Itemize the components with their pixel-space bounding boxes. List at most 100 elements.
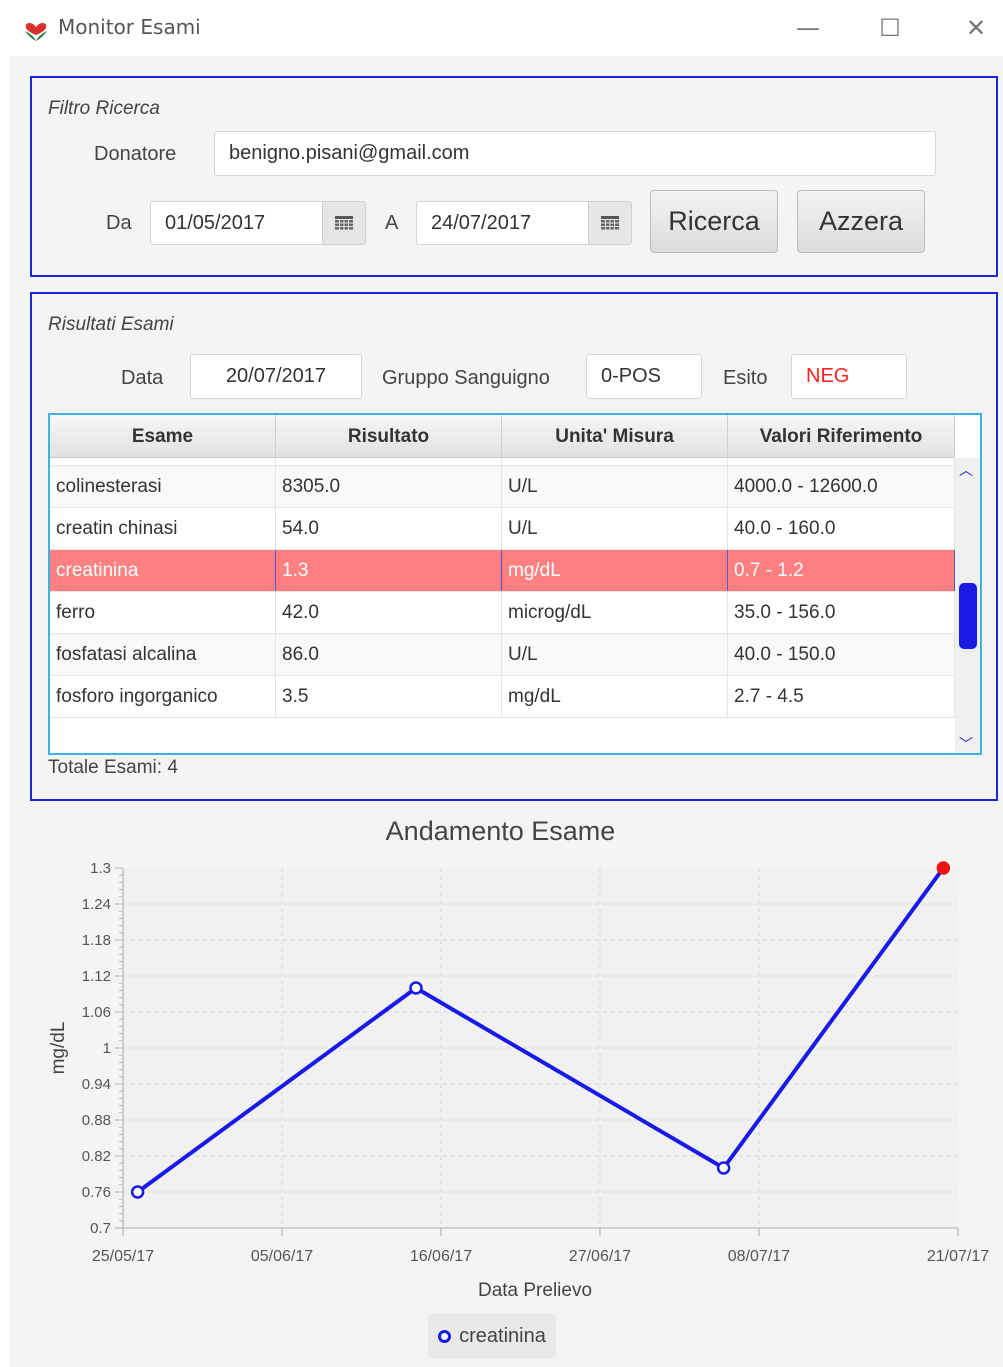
- y-axis-label: mg/dL: [48, 1022, 69, 1075]
- blood-group-label: Gruppo Sanguigno: [382, 367, 550, 389]
- table-cell-risultato: 1.3: [276, 550, 502, 591]
- table-cell-riferimento: 40.0 - 160.0: [728, 508, 955, 549]
- donor-label: Donatore: [94, 143, 177, 165]
- date-field: 20/07/2017: [190, 354, 362, 399]
- title-bar: Monitor Esami — ☐ ✕: [0, 0, 1003, 56]
- x-axis-label: Data Prelievo: [478, 1280, 592, 1301]
- table-scrollbar[interactable]: ︿ ﹀: [955, 458, 980, 753]
- x-tick-label: 16/06/17: [410, 1248, 472, 1265]
- search-button[interactable]: Ricerca: [650, 190, 778, 253]
- chart-legend: creatinina: [428, 1314, 556, 1358]
- data-point: [936, 861, 951, 875]
- column-header[interactable]: Esame: [50, 415, 276, 458]
- from-calendar-button[interactable]: [322, 201, 366, 245]
- results-panel: Risultati Esami Data 20/07/2017 Gruppo S…: [30, 292, 998, 801]
- chart-svg: Andamento Esame 1.3 1.24 1.18 1.12 1.06 1 0.94 0…: [48, 816, 989, 1301]
- main-content: Filtro Ricerca Donatore benigno.pisani@g…: [10, 56, 1003, 1367]
- y-tick-label: 1.24: [82, 896, 111, 913]
- date-label: Data: [121, 367, 164, 389]
- donor-input[interactable]: benigno.pisani@gmail.com: [214, 131, 936, 176]
- y-tick-label: 0.88: [82, 1112, 111, 1129]
- column-header[interactable]: Unita' Misura: [502, 415, 728, 458]
- exam-trend-chart: Andamento Esame 1.3 1.24 1.18 1.12 1.06 1 0.94 0…: [10, 796, 1003, 1367]
- table-cell-riferimento: 2.7 - 4.5: [728, 676, 955, 717]
- y-tick-label: 1.18: [82, 932, 111, 949]
- reset-button[interactable]: Azzera: [797, 190, 925, 253]
- close-button[interactable]: ✕: [958, 10, 994, 46]
- outcome-field: NEG: [791, 354, 907, 399]
- outcome-label: Esito: [723, 367, 768, 389]
- legend-label: creatinina: [459, 1324, 546, 1347]
- scroll-down-icon[interactable]: ﹀: [959, 734, 973, 753]
- calendar-icon: [335, 216, 353, 230]
- table-row[interactable]: ferro 42.0 microg/dL 35.0 - 156.0: [50, 592, 955, 634]
- data-point: [130, 1185, 145, 1199]
- from-date-input[interactable]: 01/05/2017: [150, 201, 324, 245]
- chart-title: Andamento Esame: [386, 816, 616, 846]
- table-cell-unita: mg/dL: [502, 676, 728, 717]
- x-tick-label: 25/05/17: [92, 1248, 154, 1265]
- table-cell-risultato: 3.5: [276, 676, 502, 717]
- y-tick-label: 0.7: [90, 1220, 111, 1237]
- to-calendar-button[interactable]: [588, 201, 632, 245]
- table-cell-riferimento: 40.0 - 150.0: [728, 634, 955, 675]
- table-cell-esame: creatinina: [50, 550, 276, 591]
- table-cell-esame: creatin chinasi: [50, 508, 276, 549]
- table-cell-unita: mg/dL: [502, 458, 728, 465]
- to-label: A: [385, 212, 399, 234]
- minimize-button[interactable]: —: [790, 10, 826, 46]
- y-tick-label: 1.3: [90, 860, 111, 877]
- table-cell-unita: U/L: [502, 466, 728, 507]
- table-cell-riferimento: 0.0 - 160.0: [728, 458, 955, 465]
- x-tick-label: 21/07/17: [927, 1248, 989, 1265]
- x-tick-label: 27/06/17: [569, 1248, 631, 1265]
- blood-group-field: 0-POS: [586, 354, 702, 399]
- table-cell-riferimento: 35.0 - 156.0: [728, 592, 955, 633]
- table-cell-risultato: 8305.0: [276, 466, 502, 507]
- y-tick-label: 0.82: [82, 1148, 111, 1165]
- table-row-selected[interactable]: creatinina 1.3 mg/dL 0.7 - 1.2: [50, 550, 955, 592]
- y-tick-label: 0.76: [82, 1184, 111, 1201]
- window-title: Monitor Esami: [58, 15, 201, 39]
- table-row[interactable]: fosforo ingorganico 3.5 mg/dL 2.7 - 4.5: [50, 676, 955, 718]
- x-tick-label: 08/07/17: [728, 1248, 790, 1265]
- table-row[interactable]: creatin chinasi 54.0 U/L 40.0 - 160.0: [50, 508, 955, 550]
- calendar-icon: [601, 216, 619, 230]
- table-cell-unita: mg/dL: [502, 550, 728, 591]
- total-exams-label: Totale Esami: 4: [48, 757, 178, 778]
- table-cell-risultato: 42.0: [276, 592, 502, 633]
- table-cell-riferimento: 4000.0 - 12600.0: [728, 466, 955, 507]
- from-label: Da: [106, 212, 132, 234]
- table-row[interactable]: colesterolo-LDL133.0mg/dL0.0 - 160.0: [50, 458, 955, 466]
- table-body: colesterolo-LDL133.0mg/dL0.0 - 160.0coli…: [50, 458, 955, 753]
- table-cell-risultato: 133.0: [276, 458, 502, 465]
- y-tick-label: 1: [103, 1040, 111, 1057]
- column-header[interactable]: Valori Riferimento: [728, 415, 955, 458]
- table-cell-risultato: 54.0: [276, 508, 502, 549]
- scroll-up-icon[interactable]: ︿: [959, 460, 973, 480]
- table-cell-unita: microg/dL: [502, 592, 728, 633]
- table-cell-riferimento: 0.7 - 1.2: [728, 550, 955, 591]
- data-point: [409, 981, 423, 995]
- y-tick-label: 1.12: [82, 968, 111, 985]
- results-title: Risultati Esami: [48, 314, 174, 335]
- table-row[interactable]: colinesterasi 8305.0 U/L 4000.0 - 12600.0: [50, 466, 955, 508]
- scrollbar-thumb[interactable]: [959, 583, 977, 649]
- filter-title: Filtro Ricerca: [48, 98, 160, 119]
- column-header[interactable]: Risultato: [276, 415, 502, 458]
- legend-marker-icon: [438, 1329, 452, 1343]
- table-cell-esame: fosforo ingorganico: [50, 676, 276, 717]
- table-cell-esame: ferro: [50, 592, 276, 633]
- table-row[interactable]: fosfatasi alcalina 86.0 U/L 40.0 - 150.0: [50, 634, 955, 676]
- app-heart-icon: [25, 22, 47, 41]
- x-tick-label: 05/06/17: [251, 1248, 313, 1265]
- table-cell-esame: colinesterasi: [50, 466, 276, 507]
- table-cell-esame: colesterolo-LDL: [50, 458, 276, 465]
- table-cell-unita: U/L: [502, 508, 728, 549]
- table-rows: colesterolo-LDL133.0mg/dL0.0 - 160.0coli…: [50, 458, 955, 718]
- results-table[interactable]: Esame Risultato Unita' Misura Valori Rif…: [48, 413, 982, 755]
- maximize-button[interactable]: ☐: [872, 10, 908, 46]
- table-cell-unita: U/L: [502, 634, 728, 675]
- to-date-input[interactable]: 24/07/2017: [416, 201, 590, 245]
- filter-panel: Filtro Ricerca Donatore benigno.pisani@g…: [30, 76, 998, 277]
